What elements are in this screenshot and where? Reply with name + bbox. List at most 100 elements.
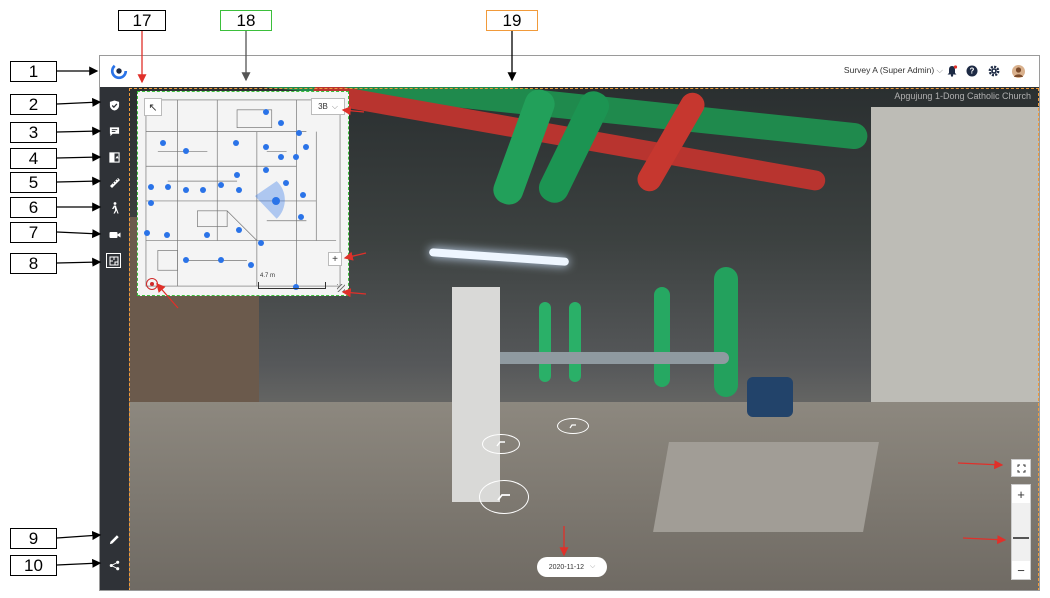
- scan-point[interactable]: [263, 109, 269, 115]
- expand-arrow-icon: ↖: [148, 101, 158, 114]
- floor-selector[interactable]: 3B ⌵: [311, 98, 345, 115]
- scan-point[interactable]: [144, 230, 150, 236]
- concrete-column: [452, 287, 500, 502]
- capture-date-selector[interactable]: 2020-11-12 ⌵: [537, 557, 607, 577]
- zoom-slider-handle[interactable]: [1013, 537, 1029, 539]
- light-tube: [428, 248, 570, 266]
- scan-point[interactable]: [160, 140, 166, 146]
- callout-2: 2: [10, 94, 57, 115]
- location-target-icon[interactable]: [146, 278, 158, 290]
- scan-point[interactable]: [204, 232, 210, 238]
- callout-8: 8: [10, 253, 57, 274]
- callout-18: 18: [220, 10, 272, 31]
- floor-value: 3B: [318, 102, 328, 111]
- scan-point[interactable]: [234, 172, 240, 178]
- scan-point[interactable]: [258, 240, 264, 246]
- callout-17: 17: [118, 10, 166, 31]
- help-icon[interactable]: ?: [965, 64, 979, 78]
- nav-hotspot-near[interactable]: [479, 480, 529, 514]
- zoom-control: + −: [1011, 484, 1031, 580]
- scan-point[interactable]: [300, 192, 306, 198]
- zoom-slider-track[interactable]: [1012, 503, 1030, 561]
- share-icon[interactable]: [106, 557, 123, 574]
- callout-5: 5: [10, 172, 57, 193]
- chevron-down-icon: ⌵: [331, 101, 338, 111]
- pump: [747, 377, 793, 417]
- right-wall: [871, 107, 1039, 447]
- scan-point[interactable]: [283, 180, 289, 186]
- scan-point[interactable]: [164, 232, 170, 238]
- walk-icon[interactable]: [106, 199, 123, 216]
- scan-point[interactable]: [236, 227, 242, 233]
- callout-6: 6: [10, 197, 57, 218]
- chevron-down-icon: ⌵: [936, 65, 943, 75]
- pencil-icon[interactable]: [106, 531, 123, 548]
- callout-19: 19: [486, 10, 538, 31]
- site-name-label: Apgujung 1-Dong Catholic Church: [894, 91, 1031, 101]
- nav-hotspot-far[interactable]: [557, 418, 589, 434]
- comment-icon[interactable]: [106, 123, 123, 140]
- scan-point[interactable]: [293, 154, 299, 160]
- scan-point[interactable]: [278, 154, 284, 160]
- scan-point[interactable]: [200, 187, 206, 193]
- callout-3: 3: [10, 122, 57, 143]
- pump-platform: [653, 442, 879, 532]
- scan-point[interactable]: [183, 257, 189, 263]
- video-icon[interactable]: [106, 226, 123, 243]
- chevron-down-icon: ⌵: [589, 563, 596, 570]
- scan-point[interactable]: [233, 140, 239, 146]
- scan-point[interactable]: [303, 144, 309, 150]
- scan-point[interactable]: [218, 257, 224, 263]
- scan-point[interactable]: [298, 214, 304, 220]
- layers-compare-icon[interactable]: [106, 149, 123, 166]
- callout-7: 7: [10, 222, 57, 243]
- survey-label: Survey A (Super Admin): [843, 65, 935, 75]
- pipe-green-vert: [714, 267, 738, 397]
- scan-point[interactable]: [218, 182, 224, 188]
- svg-text:?: ?: [970, 67, 975, 76]
- panorama-viewer[interactable]: Apgujung 1-Dong Catholic Church 2020-11-…: [129, 87, 1039, 590]
- scan-point[interactable]: [278, 120, 284, 126]
- scan-point[interactable]: [148, 184, 154, 190]
- scan-point[interactable]: [263, 144, 269, 150]
- survey-selector[interactable]: Survey A (Super Admin) ⌵: [844, 65, 943, 76]
- floorplan-drawing: [145, 99, 341, 287]
- scan-point[interactable]: [148, 200, 154, 206]
- gear-icon[interactable]: [987, 64, 1001, 78]
- pipe-green-vert-3: [539, 302, 551, 382]
- scan-point[interactable]: [296, 130, 302, 136]
- fullscreen-button[interactable]: [1011, 459, 1031, 477]
- scan-point[interactable]: [236, 187, 242, 193]
- scan-point[interactable]: [272, 197, 280, 205]
- pipe-grey: [469, 352, 729, 364]
- callout-4: 4: [10, 148, 57, 169]
- scan-point[interactable]: [183, 187, 189, 193]
- zoom-out-button[interactable]: −: [1012, 561, 1030, 579]
- bell-icon[interactable]: [945, 64, 959, 78]
- minimap-expand-button[interactable]: ↖: [144, 98, 162, 116]
- scale-bar: [258, 282, 326, 289]
- top-bar: Survey A (Super Admin) ⌵ ?: [100, 56, 1039, 87]
- callout-1: 1: [10, 61, 57, 82]
- scan-point[interactable]: [263, 167, 269, 173]
- ruler-icon[interactable]: [106, 174, 123, 191]
- floorplan-icon[interactable]: [106, 253, 121, 268]
- minimap-zoom-in-button[interactable]: +: [328, 252, 342, 266]
- app-logo-icon[interactable]: [110, 62, 128, 80]
- callout-9: 9: [10, 528, 57, 549]
- scale-label: 4.7 m: [260, 273, 276, 279]
- pipe-green-vert-4: [569, 302, 581, 382]
- capture-date-value: 2020-11-12: [548, 563, 584, 571]
- scan-point[interactable]: [183, 148, 189, 154]
- resize-handle-icon[interactable]: [337, 284, 345, 292]
- nav-hotspot-mid[interactable]: [482, 434, 520, 454]
- scan-point[interactable]: [248, 262, 254, 268]
- callout-10-share: 10: [10, 555, 57, 576]
- avatar[interactable]: [1011, 64, 1025, 78]
- left-sidebar: [100, 87, 129, 590]
- scan-point[interactable]: [165, 184, 171, 190]
- shield-check-icon[interactable]: [106, 97, 123, 114]
- zoom-in-button[interactable]: +: [1012, 485, 1030, 503]
- pipe-green-vert-2: [654, 287, 670, 387]
- floorplan-minimap[interactable]: ↖ 3B ⌵ + 4.7 m: [137, 91, 349, 296]
